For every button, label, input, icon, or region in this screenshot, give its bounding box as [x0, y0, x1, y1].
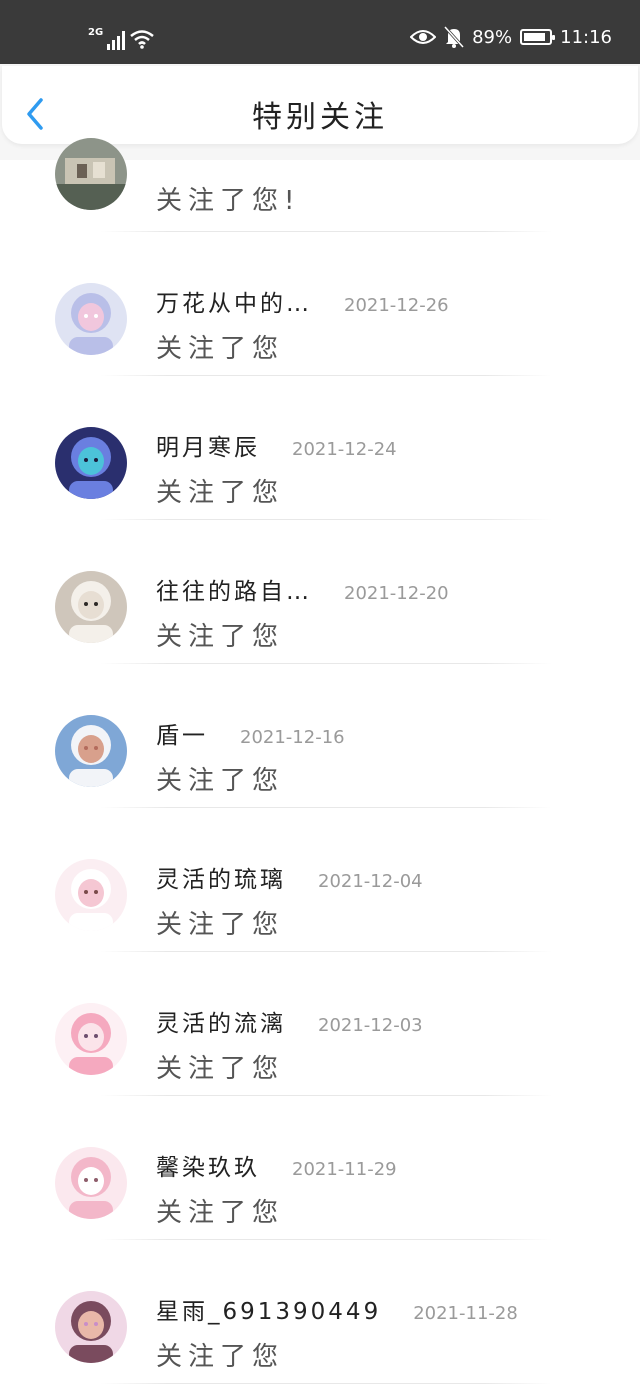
- list-item[interactable]: 灵活的流漓 2021-12-03 关注了您: [0, 952, 640, 1096]
- user-name[interactable]: 万花从中的…: [156, 284, 312, 318]
- list-item[interactable]: 万花从中的… 2021-12-26 关注了您: [0, 232, 640, 376]
- avatar[interactable]: [55, 1147, 127, 1219]
- follow-date: 2021-12-26: [344, 295, 449, 316]
- wifi-icon: [130, 30, 154, 49]
- status-right: 89% 11:16: [410, 26, 612, 48]
- follow-date: 2021-11-28: [413, 1303, 518, 1324]
- avatar[interactable]: [55, 571, 127, 643]
- follow-message: 关注了您: [156, 334, 285, 364]
- list-item[interactable]: 盾一 2021-12-16 关注了您: [0, 664, 640, 808]
- clock: 11:16: [560, 26, 612, 48]
- follow-date: 2021-11-29: [292, 1159, 397, 1180]
- name-row: 馨染玖玖 2021-11-29: [156, 1148, 397, 1182]
- list-item[interactable]: 关注了您!: [0, 138, 640, 232]
- list-item[interactable]: 明月寒辰 2021-12-24 关注了您: [0, 376, 640, 520]
- user-name[interactable]: 馨染玖玖: [156, 1148, 260, 1182]
- name-row: 明月寒辰 2021-12-24: [156, 428, 397, 462]
- status-bar: 2G 89% 11:16: [0, 0, 640, 64]
- user-name[interactable]: 灵活的琉璃: [156, 860, 286, 894]
- follow-message: 关注了您: [156, 622, 285, 652]
- network-type: 2G: [88, 27, 104, 38]
- list-item[interactable]: 星雨_691390449 2021-11-28 关注了您: [0, 1240, 640, 1384]
- follow-date: 2021-12-20: [344, 583, 449, 604]
- avatar[interactable]: [55, 427, 127, 499]
- user-name[interactable]: 星雨_691390449: [156, 1292, 381, 1326]
- follow-date: 2021-12-24: [292, 439, 397, 460]
- user-name[interactable]: 灵活的流漓: [156, 1004, 286, 1038]
- follow-message: 关注了您: [156, 1198, 285, 1228]
- follow-date: 2021-12-16: [240, 727, 345, 748]
- list-item[interactable]: 馨染玖玖 2021-11-29 关注了您: [0, 1096, 640, 1240]
- follow-message: 关注了您: [156, 910, 285, 940]
- avatar[interactable]: [55, 715, 127, 787]
- avatar[interactable]: [55, 1003, 127, 1075]
- page-title: 特别关注: [252, 100, 388, 135]
- list-item[interactable]: 灵活的琉璃 2021-12-04 关注了您: [0, 808, 640, 952]
- signal-group: 2G: [88, 24, 155, 50]
- follow-date: 2021-12-03: [318, 1015, 423, 1036]
- divider: [100, 1383, 552, 1384]
- follow-message: 关注了您!: [156, 186, 301, 216]
- avatar[interactable]: [55, 283, 127, 355]
- name-row: 星雨_691390449 2021-11-28: [156, 1292, 518, 1326]
- name-row: 往往的路自… 2021-12-20: [156, 572, 449, 606]
- follow-message: 关注了您: [156, 478, 285, 508]
- follow-date: 2021-12-04: [318, 871, 423, 892]
- user-name[interactable]: 往往的路自…: [156, 572, 312, 606]
- name-row: 灵活的琉璃 2021-12-04: [156, 860, 423, 894]
- signal-icon: [107, 30, 126, 50]
- follow-message: 关注了您: [156, 1342, 285, 1372]
- battery-icon: [520, 29, 556, 45]
- name-row: 盾一 2021-12-16: [156, 716, 345, 750]
- user-name[interactable]: 盾一: [156, 716, 208, 750]
- eye-icon: [410, 30, 437, 44]
- avatar[interactable]: [55, 859, 127, 931]
- follower-list[interactable]: 关注了您! 万花从中的… 2021-12-26 关注了您 明月寒辰 2021-1…: [0, 138, 640, 1384]
- name-row: 万花从中的… 2021-12-26: [156, 284, 449, 318]
- name-row: 灵活的流漓 2021-12-03: [156, 1004, 423, 1038]
- follow-message: 关注了您: [156, 1054, 285, 1084]
- battery-fill: [524, 33, 546, 41]
- user-name[interactable]: 明月寒辰: [156, 428, 260, 462]
- header-card: 特别关注: [2, 66, 638, 144]
- avatar[interactable]: [55, 138, 127, 210]
- follow-message: 关注了您: [156, 766, 285, 796]
- list-item[interactable]: 往往的路自… 2021-12-20 关注了您: [0, 520, 640, 664]
- bell-off-icon: [444, 26, 465, 48]
- battery-percent: 89%: [472, 26, 513, 48]
- avatar[interactable]: [55, 1291, 127, 1363]
